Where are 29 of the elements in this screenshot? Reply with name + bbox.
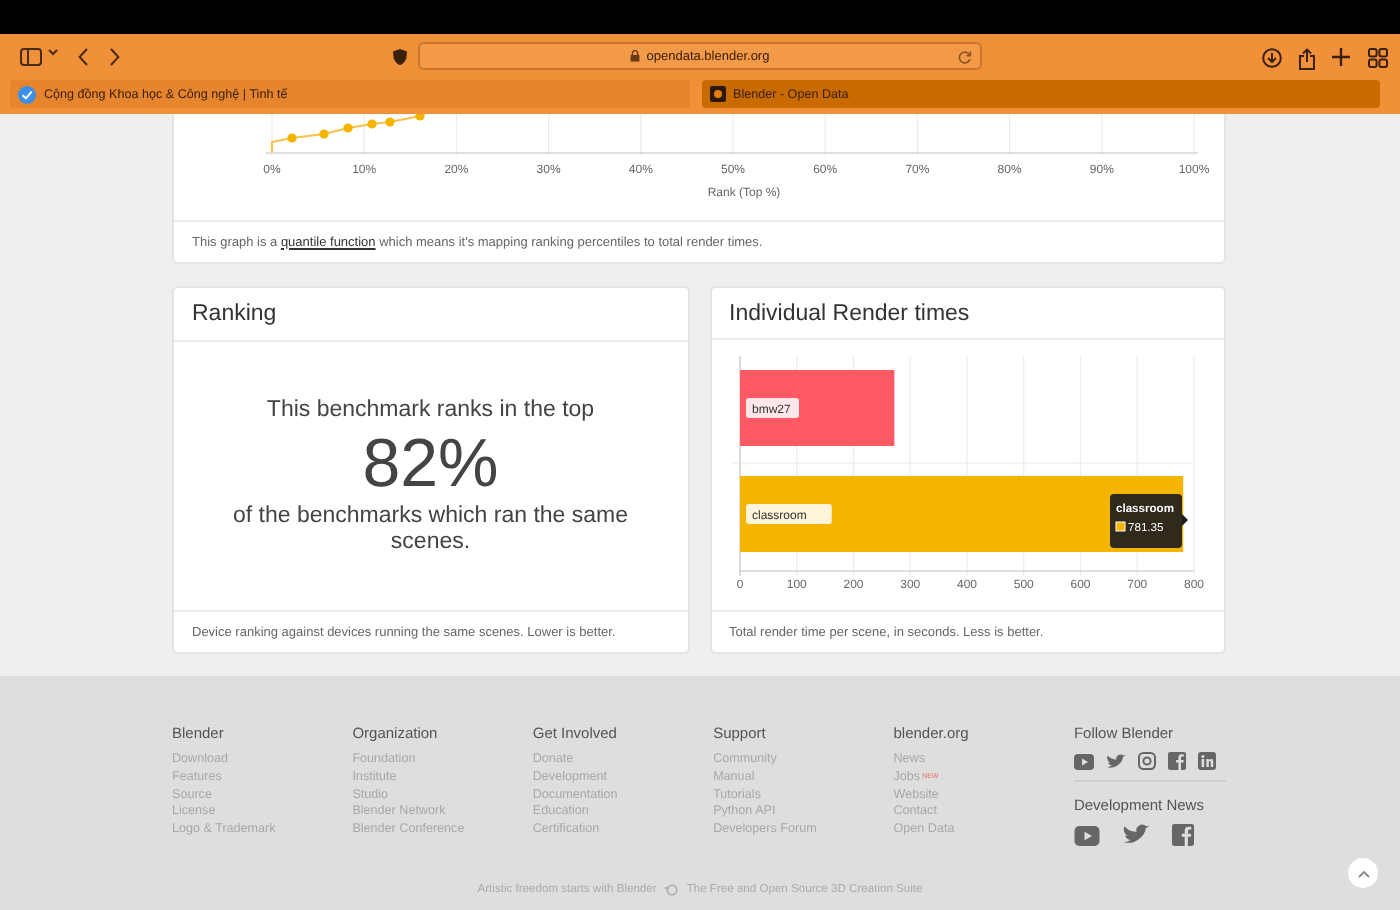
scroll-to-top-button[interactable] [1348,858,1378,888]
chevron-down-icon[interactable] [48,48,58,56]
shield-icon[interactable] [392,48,408,66]
forward-icon[interactable] [110,48,120,66]
bird-icon[interactable] [1105,753,1126,769]
bird-icon[interactable] [1121,824,1150,846]
ranking-percentage: 82% [362,423,499,503]
video-play-icon[interactable] [1073,825,1100,845]
lock-icon [630,50,641,62]
back-icon[interactable] [78,48,88,66]
chevron-up-icon [1357,869,1369,877]
plus-icon[interactable] [1332,48,1350,66]
ranking-lead-text: This benchmark ranks in the top [266,397,595,423]
tab-overview-icon[interactable] [1368,48,1388,68]
f-letter-icon[interactable] [1171,824,1194,846]
card-title: Individual Render times [729,301,970,326]
blender-logo-icon [664,884,679,896]
in-letter-icon[interactable] [1197,752,1216,770]
download-icon[interactable] [1262,48,1282,68]
f-letter-icon[interactable] [1167,752,1186,770]
sidebar-icon[interactable] [20,48,42,66]
share-icon[interactable] [1298,48,1316,70]
site-favicon-icon [18,85,36,103]
reload-icon[interactable] [958,50,972,64]
video-play-icon[interactable] [1073,753,1094,769]
camera-icon[interactable] [1137,752,1156,770]
card-title: Ranking [192,302,277,326]
blender-favicon-icon [709,86,725,102]
ranking-trail-text: of the benchmarks which ran the same scenes. [230,503,631,555]
